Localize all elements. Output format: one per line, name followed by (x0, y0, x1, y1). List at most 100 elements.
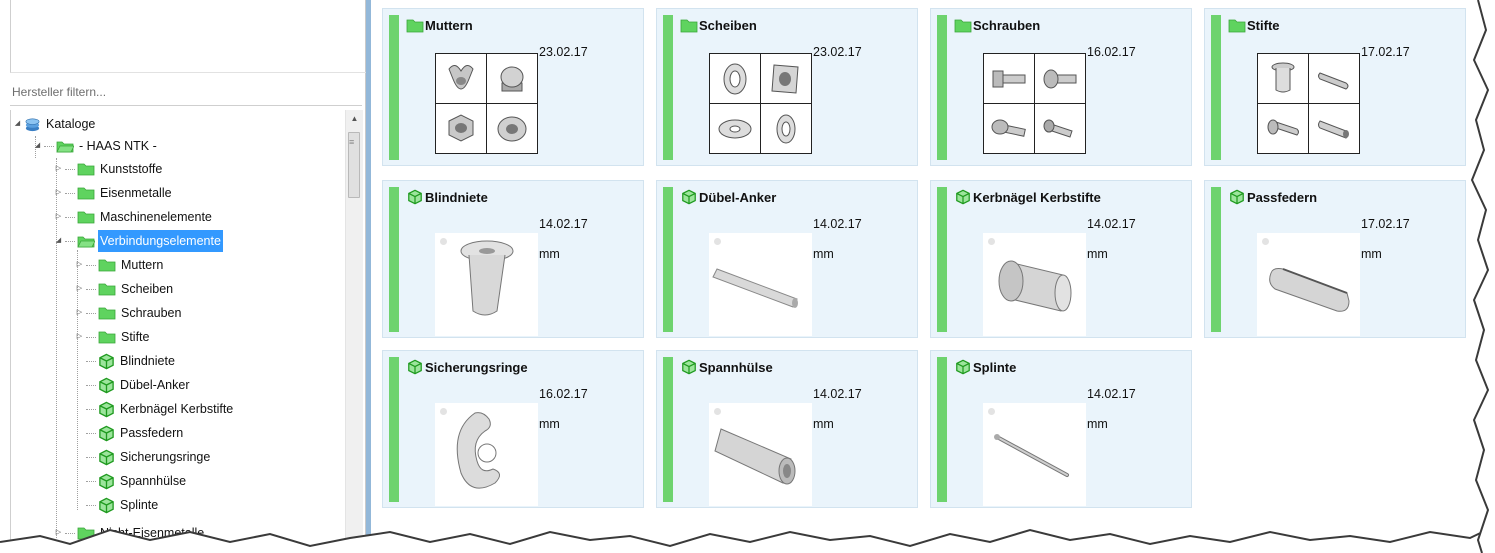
collapse-arrow-icon[interactable]: ◢ (54, 237, 63, 246)
card-unit: mm (1361, 247, 1382, 261)
part-thumbnail (983, 403, 1086, 506)
tree-connector (65, 168, 75, 170)
card-unit: mm (539, 417, 560, 431)
scroll-up-arrow-icon[interactable]: ▲ (346, 110, 363, 127)
card-accent-bar (389, 187, 399, 332)
card-title: Stifte (1247, 18, 1280, 33)
folder-icon (954, 19, 972, 33)
tree-item-haas-ntk[interactable]: ◢ - HAAS NTK - (33, 135, 159, 157)
part-cube-icon (408, 359, 422, 375)
folder-open-icon (56, 141, 74, 153)
tree-item-muttern[interactable]: ▷ Muttern (75, 254, 165, 276)
expand-arrow-icon[interactable]: ▷ (54, 165, 63, 174)
folder-icon (98, 331, 116, 344)
card-splinte[interactable]: Splinte 14.02.17 mm (930, 350, 1192, 508)
part-cube-icon (99, 497, 114, 513)
parallel-key-image (1269, 268, 1350, 312)
expand-arrow-icon[interactable]: ▷ (75, 285, 84, 294)
panel-splitter[interactable] (366, 0, 371, 553)
thumbnail-grid (983, 53, 1086, 154)
folder-icon (98, 259, 116, 272)
expand-arrow-icon[interactable]: ▷ (75, 309, 84, 318)
tree-connector (65, 192, 75, 194)
folder-icon (98, 307, 116, 320)
card-muttern[interactable]: Muttern 23.02.17 (382, 8, 644, 166)
blind-rivet-icon (1271, 62, 1295, 93)
part-cube-icon (99, 473, 114, 489)
tree-item-schrauben[interactable]: ▷ Schrauben (75, 302, 183, 324)
card-date: 14.02.17 (1087, 217, 1136, 231)
card-title: Passfedern (1247, 190, 1318, 205)
tree-item-sicherungsringe[interactable]: Sicherungsringe (86, 446, 212, 468)
part-cube-icon (99, 377, 114, 393)
card-accent-bar (937, 187, 947, 332)
tree-connector (86, 480, 96, 482)
tree-item-eisenmetalle[interactable]: ▷ Eisenmetalle (54, 182, 174, 204)
tree-item-maschinenelemente[interactable]: ▷ Maschinenelemente (54, 206, 214, 228)
card-date: 23.02.17 (813, 45, 862, 59)
tree-item-kataloge[interactable]: ◢ Kataloge (13, 113, 97, 135)
tree-item-scheiben[interactable]: ▷ Scheiben (75, 278, 175, 300)
card-date: 14.02.17 (813, 217, 862, 231)
expand-arrow-icon[interactable]: ▷ (54, 189, 63, 198)
card-spannhuelse[interactable]: Spannhülse 14.02.17 mm (656, 350, 918, 508)
flange-nut-icon (497, 116, 527, 142)
status-dot (440, 238, 447, 245)
left-header-area (10, 0, 366, 73)
tree-item-label: Blindniete (120, 354, 175, 368)
tree-item-label: Maschinenelemente (100, 210, 212, 224)
carriage-bolt-icon (991, 119, 1026, 137)
card-kerbnaegel[interactable]: Kerbnägel Kerbstifte 14.02.17 mm (930, 180, 1192, 338)
card-blindniete[interactable]: Blindniete 14.02.17 mm (382, 180, 644, 338)
collapse-arrow-icon[interactable]: ◢ (33, 142, 42, 151)
card-unit: mm (813, 417, 834, 431)
card-schrauben[interactable]: Schrauben 16.02.17 (930, 8, 1192, 166)
tree-item-kerbnaegel[interactable]: Kerbnägel Kerbstifte (86, 398, 235, 420)
card-title: Muttern (425, 18, 473, 33)
expand-arrow-icon[interactable]: ▷ (75, 333, 84, 342)
status-dot (714, 408, 721, 415)
card-scheiben[interactable]: Scheiben 23.02.17 (656, 8, 918, 166)
retaining-ring-image (456, 412, 500, 489)
part-cube-icon (1230, 189, 1244, 205)
tree-connector (86, 456, 96, 458)
tree-item-duebel-anker[interactable]: Dübel-Anker (86, 374, 191, 396)
socket-screw-icon (1043, 69, 1077, 89)
part-cube-icon (99, 401, 114, 417)
card-accent-bar (663, 187, 673, 332)
tree-item-spannhuelse[interactable]: Spannhülse (86, 470, 188, 492)
tree-item-blindniete[interactable]: Blindniete (86, 350, 177, 372)
tree-scrollbar[interactable]: ▲ ≡ (345, 110, 363, 553)
card-title: Blindniete (425, 190, 488, 205)
blind-rivet-image (460, 240, 514, 316)
card-stifte[interactable]: Stifte 17.02.17 (1204, 8, 1466, 166)
tree-item-verbindungselemente[interactable]: ◢ Verbindungselemente (54, 230, 223, 252)
scrollbar-grip-icon: ≡ (349, 137, 355, 147)
expand-arrow-icon[interactable]: ▷ (54, 213, 63, 222)
tree-item-label: Eisenmetalle (100, 186, 172, 200)
tree-item-kunststoffe[interactable]: ▷ Kunststoffe (54, 158, 164, 180)
folder-open-icon (77, 236, 95, 248)
cotter-pin-image (994, 434, 1069, 477)
card-passfedern[interactable]: Passfedern 17.02.17 mm (1204, 180, 1466, 338)
square-washer-icon (771, 64, 799, 94)
manufacturer-filter-input[interactable] (10, 78, 362, 106)
catalog-tree: ◢ Kataloge ◢ - HAAS NTK - ▷ Kunststoffe … (10, 110, 345, 553)
card-duebel-anker[interactable]: Dübel-Anker 14.02.17 mm (656, 180, 918, 338)
tree-connector (44, 145, 54, 147)
collapse-arrow-icon[interactable]: ◢ (13, 120, 22, 129)
hex-bolt-icon (992, 70, 1026, 88)
card-title: Spannhülse (699, 360, 773, 375)
tree-item-stifte[interactable]: ▷ Stifte (75, 326, 152, 348)
card-accent-bar (937, 357, 947, 502)
anchor-image (712, 268, 798, 308)
expand-arrow-icon[interactable]: ▷ (75, 261, 84, 270)
tree-item-passfedern[interactable]: Passfedern (86, 422, 185, 444)
card-date: 23.02.17 (539, 45, 588, 59)
card-sicherungsringe[interactable]: Sicherungsringe 16.02.17 mm (382, 350, 644, 508)
thumbnail-grid (709, 53, 812, 154)
part-cube-icon (99, 425, 114, 441)
folder-icon (77, 163, 95, 176)
folder-icon (406, 19, 424, 33)
folder-icon (1228, 19, 1246, 33)
